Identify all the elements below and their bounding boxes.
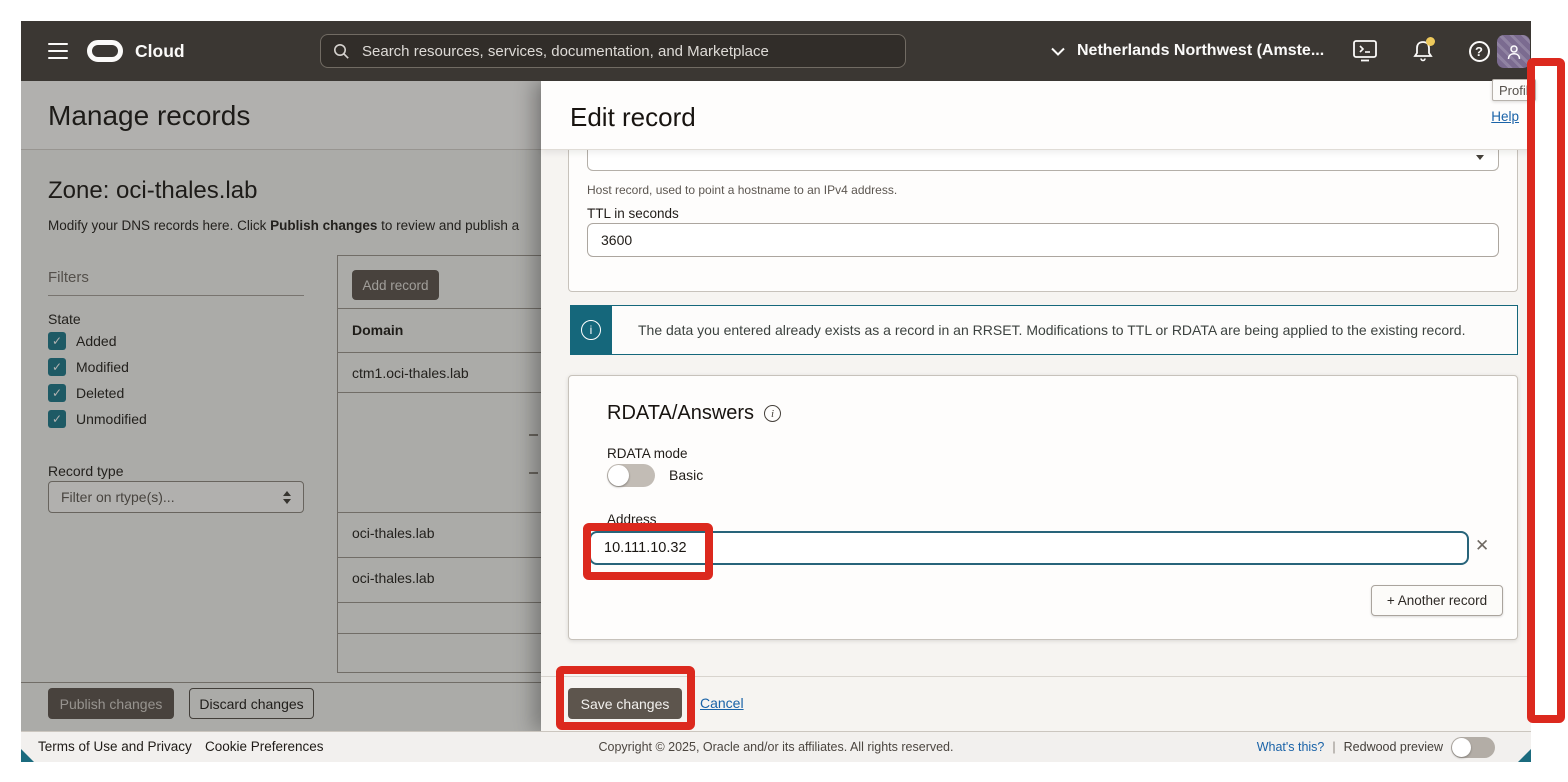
modal-help-link[interactable]: Help [1491,109,1519,124]
corner-accent [21,749,34,762]
notification-dot [1426,37,1435,46]
rdata-mode-value: Basic [669,467,703,483]
chevron-down-icon [1051,47,1065,56]
topbar: Cloud Netherlands Northwest (Amste... ? [21,21,1531,81]
modal-dim-overlay [21,81,541,731]
whats-this-link[interactable]: What's this? [1257,740,1325,754]
save-changes-button[interactable]: Save changes [568,688,682,719]
hamburger-menu-icon[interactable] [48,43,68,59]
record-type-dropdown[interactable] [587,150,1499,171]
rdata-answers-card: RDATA/Answers i RDATA mode Basic Address… [568,375,1518,640]
help-icon[interactable]: ? [1465,21,1493,81]
clear-address-icon[interactable]: ✕ [1475,537,1489,554]
app-window: Cloud Netherlands Northwest (Amste... ? [21,21,1531,762]
global-search[interactable] [320,34,906,68]
edit-record-panel: Edit record Help Host record, used to po… [541,81,1531,731]
record-type-card: Host record, used to point a hostname to… [568,150,1518,292]
separator: | [1332,740,1335,754]
rdata-mode-toggle[interactable] [607,464,655,487]
app-footer: Terms of Use and Privacy Cookie Preferen… [21,731,1531,762]
info-icon: i [581,320,601,340]
info-icon[interactable]: i [764,405,781,422]
info-banner-icon-block: i [570,305,612,355]
toggle-knob [608,465,629,486]
ttl-label: TTL in seconds [587,206,679,221]
toggle-knob [1452,738,1471,757]
redwood-preview-toggle[interactable] [1451,737,1495,758]
main-content: Manage records Zone: oci-thales.lab Modi… [21,81,1531,731]
brand-title: Cloud [135,21,185,81]
info-banner-message: The data you entered already exists as a… [612,305,1518,355]
address-input[interactable] [589,531,1469,565]
another-record-button[interactable]: + Another record [1371,585,1503,616]
search-icon [333,43,350,60]
notifications-bell-icon[interactable] [1409,21,1437,81]
rdata-mode-label: RDATA mode [607,446,688,461]
divider [541,676,1531,677]
modal-title: Edit record [570,102,696,133]
footer-right-group: What's this? | Redwood preview [1257,732,1495,762]
address-label: Address [607,512,657,527]
annotation-box-right-edge [1527,58,1565,723]
caret-down-icon [1476,155,1484,160]
record-type-helper-text: Host record, used to point a hostname to… [587,183,897,197]
cancel-link[interactable]: Cancel [700,695,744,711]
rdata-heading: RDATA/Answers i [607,402,781,425]
search-input[interactable] [360,42,893,61]
info-banner: i The data you entered already exists as… [570,305,1518,355]
region-label: Netherlands Northwest (Amste... [1077,42,1324,60]
oracle-logo-icon[interactable] [87,40,123,62]
profile-avatar[interactable] [1497,35,1530,68]
ttl-input[interactable] [587,223,1499,257]
profile-tooltip: Profil [1492,79,1536,101]
corner-accent [1518,749,1531,762]
cloud-shell-icon[interactable] [1351,21,1379,81]
redwood-preview-label: Redwood preview [1344,740,1443,754]
region-selector[interactable]: Netherlands Northwest (Amste... [1051,21,1324,81]
